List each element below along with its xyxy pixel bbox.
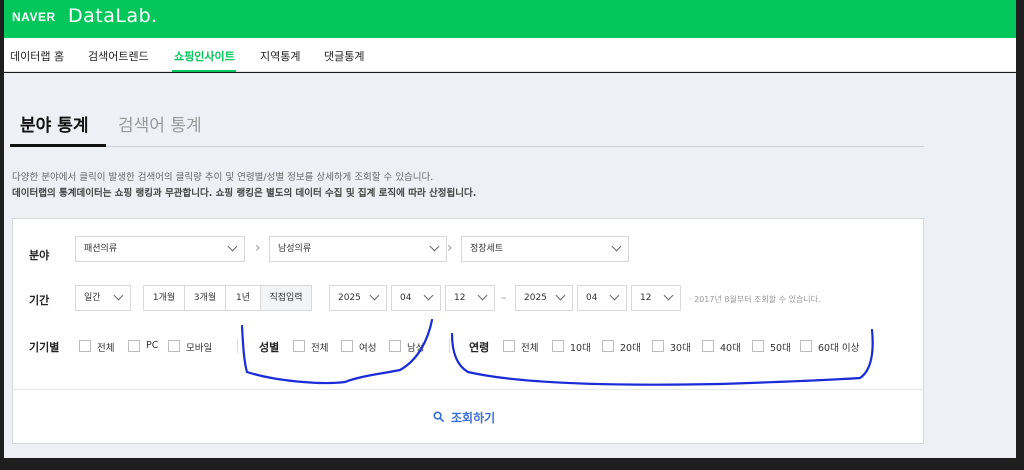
- chevron-down-icon: [113, 290, 124, 301]
- gender-female-checkbox[interactable]: [341, 340, 353, 352]
- gender-all-label: 전체: [311, 343, 329, 354]
- start-year-select[interactable]: 2025: [329, 285, 387, 311]
- search-icon: [433, 411, 444, 422]
- nav-regional-stats[interactable]: 지역통계: [260, 48, 300, 64]
- description-line-2: 데이터랩의 통계데이터는 쇼핑 랭킹과 무관합니다. 쇼핑 랭킹은 별도의 데이…: [12, 188, 477, 199]
- start-day-select[interactable]: 12: [445, 285, 495, 311]
- gender-female-label: 여성: [359, 343, 377, 354]
- window-frame-right: [1016, 0, 1024, 470]
- age-10s-label: 10대: [570, 343, 591, 354]
- start-day-value: 12: [454, 293, 466, 303]
- divider: [237, 339, 238, 353]
- period-custom-button[interactable]: 직접입력: [260, 285, 312, 311]
- gender-male-label: 남성: [407, 343, 425, 354]
- chevron-down-icon: [663, 290, 674, 301]
- category-level1-select[interactable]: 패션의류: [75, 236, 245, 262]
- divider: [449, 339, 450, 353]
- period-3month-button[interactable]: 3개월: [184, 285, 226, 311]
- period-label: 기간: [29, 294, 50, 307]
- tab-search-stats[interactable]: 검색어 통계: [118, 111, 202, 136]
- chevron-down-icon: [423, 290, 434, 301]
- age-50s-label: 50대: [770, 343, 791, 354]
- description-line-1: 다양한 분야에서 클릭이 발생한 검색어의 클릭량 추이 및 연령별/성별 정보…: [12, 172, 434, 183]
- age-label: 연령: [469, 341, 490, 354]
- device-all-label: 전체: [97, 343, 115, 354]
- start-month-value: 04: [400, 293, 412, 303]
- nav-comment-stats[interactable]: 댓글통계: [324, 48, 364, 64]
- chevron-down-icon: [477, 290, 488, 301]
- device-pc-checkbox[interactable]: [128, 340, 140, 352]
- tab-field-stats[interactable]: 분야 통계: [20, 111, 88, 136]
- end-day-value: 12: [640, 293, 652, 303]
- search-button[interactable]: 조회하기: [13, 390, 923, 443]
- nav-datalab-home[interactable]: 데이터랩 홈: [10, 48, 64, 64]
- period-1month-button[interactable]: 1개월: [143, 285, 185, 311]
- nav-search-trend[interactable]: 검색어트렌드: [88, 48, 149, 64]
- start-year-value: 2025: [338, 293, 361, 303]
- top-header: NAVER DataLab.: [4, 0, 1016, 38]
- age-60plus-checkbox[interactable]: [800, 340, 812, 352]
- category-level1-value: 패션의류: [84, 244, 118, 254]
- start-month-select[interactable]: 04: [391, 285, 441, 311]
- end-year-select[interactable]: 2025: [515, 285, 573, 311]
- device-mobile-label: 모바일: [186, 343, 213, 354]
- chevron-down-icon: [227, 241, 238, 252]
- gender-all-checkbox[interactable]: [293, 340, 305, 352]
- age-20s-checkbox[interactable]: [602, 340, 614, 352]
- gender-male-checkbox[interactable]: [389, 340, 401, 352]
- age-60plus-label: 60대 이상: [818, 343, 860, 354]
- category-level3-select[interactable]: 정장세트: [461, 236, 629, 262]
- end-day-select[interactable]: 12: [631, 285, 681, 311]
- tab-divider: [10, 146, 924, 147]
- chevron-down-icon: [555, 290, 566, 301]
- window-frame-bottom: [4, 458, 1016, 470]
- age-50s-checkbox[interactable]: [752, 340, 764, 352]
- naver-logo[interactable]: NAVER: [12, 10, 56, 24]
- tab-active-indicator: [10, 144, 106, 147]
- date-range-separator: –: [501, 291, 507, 304]
- nav-active-underline: [172, 70, 236, 72]
- category-label: 분야: [29, 249, 50, 262]
- device-mobile-checkbox[interactable]: [168, 340, 180, 352]
- age-30s-label: 30대: [670, 343, 691, 354]
- device-all-checkbox[interactable]: [79, 340, 91, 352]
- device-pc-label: PC: [146, 340, 159, 351]
- gender-label: 성별: [259, 341, 280, 354]
- category-level2-select[interactable]: 남성의류: [269, 236, 447, 262]
- age-20s-label: 20대: [620, 343, 641, 354]
- chevron-right-icon: ›: [447, 240, 453, 256]
- category-level3-value: 정장세트: [470, 244, 504, 254]
- chevron-down-icon: [429, 241, 440, 252]
- period-1year-button[interactable]: 1년: [225, 285, 261, 311]
- search-button-label: 조회하기: [451, 411, 496, 425]
- main-content: 분야 통계 검색어 통계 다양한 분야에서 클릭이 발생한 검색어의 클릭량 추…: [4, 73, 1016, 458]
- chevron-down-icon: [369, 290, 380, 301]
- age-40s-checkbox[interactable]: [702, 340, 714, 352]
- age-40s-label: 40대: [720, 343, 741, 354]
- end-month-select[interactable]: 04: [577, 285, 627, 311]
- age-all-label: 전체: [521, 343, 539, 354]
- end-month-value: 04: [586, 293, 598, 303]
- period-unit-value: 일간: [84, 293, 101, 303]
- datalab-logo[interactable]: DataLab.: [68, 5, 158, 27]
- chevron-right-icon: ›: [255, 240, 261, 256]
- age-all-checkbox[interactable]: [503, 340, 515, 352]
- category-level2-value: 남성의류: [278, 244, 312, 254]
- chevron-down-icon: [611, 241, 622, 252]
- nav-shopping-insight[interactable]: 쇼핑인사이트: [174, 48, 235, 64]
- device-label: 기기별: [29, 341, 60, 354]
- chevron-down-icon: [609, 290, 620, 301]
- age-30s-checkbox[interactable]: [652, 340, 664, 352]
- period-unit-select[interactable]: 일간: [75, 285, 131, 311]
- age-10s-checkbox[interactable]: [552, 340, 564, 352]
- global-nav: 데이터랩 홈 검색어트렌드 쇼핑인사이트 지역통계 댓글통계: [4, 38, 1016, 72]
- filter-panel: 분야 패션의류 › 남성의류 › 정장세트 기간 일간 1개월 3개월 1년 직…: [12, 218, 924, 444]
- period-note: · 2017년 8월부터 조회할 수 있습니다.: [689, 295, 821, 304]
- end-year-value: 2025: [524, 293, 547, 303]
